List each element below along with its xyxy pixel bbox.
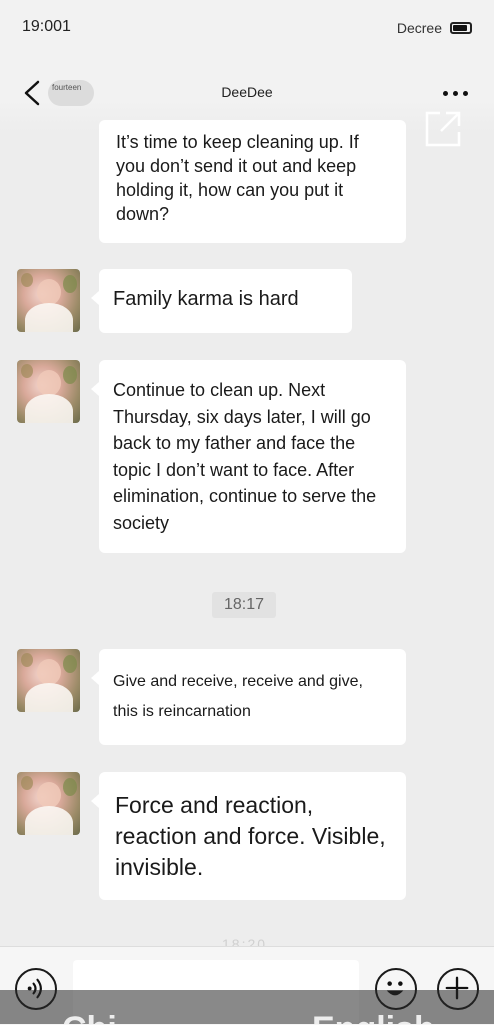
chat-title: DeeDee	[221, 84, 273, 100]
timestamp: 18:17	[212, 592, 276, 618]
avatar[interactable]	[17, 649, 80, 712]
message-bubble[interactable]: Give and receive, receive and give, this…	[91, 649, 406, 745]
message-bubble[interactable]: Force and reaction, reaction and force. …	[91, 772, 406, 900]
message-bubble[interactable]: Continue to clean up. Next Thursday, six…	[91, 360, 406, 553]
more-button[interactable]	[443, 91, 468, 96]
caption-arrow: →	[240, 1010, 274, 1024]
caption-right: English	[312, 1010, 435, 1024]
message-bubble[interactable]: It’s time to keep cleaning up. If you do…	[99, 120, 406, 243]
message-text: Family karma is hard	[113, 288, 299, 310]
more-icon-dot	[453, 91, 458, 96]
status-time: 19:001	[22, 18, 71, 35]
message-text: Force and reaction, reaction and force. …	[115, 792, 386, 880]
caption-left: Chi	[62, 1010, 117, 1024]
message-bubble[interactable]: Family karma is hard	[91, 269, 352, 333]
status-bar: 19:001 Decree	[0, 0, 494, 60]
carrier-label: Decree	[396, 20, 442, 36]
more-icon-dot	[443, 91, 448, 96]
message-text: Give and receive, receive and give, this…	[113, 673, 363, 720]
avatar[interactable]	[17, 360, 80, 423]
avatar[interactable]	[17, 772, 80, 835]
caption-overlay: Chi → English	[0, 990, 494, 1024]
status-right: Decree	[397, 20, 472, 36]
avatar[interactable]	[17, 269, 80, 332]
message-text: It’s time to keep cleaning up. If you do…	[116, 132, 359, 224]
share-icon[interactable]	[424, 110, 462, 148]
more-icon-dot	[463, 91, 468, 96]
battery-icon	[450, 22, 472, 34]
message-text: Continue to clean up. Next Thursday, six…	[113, 380, 377, 533]
